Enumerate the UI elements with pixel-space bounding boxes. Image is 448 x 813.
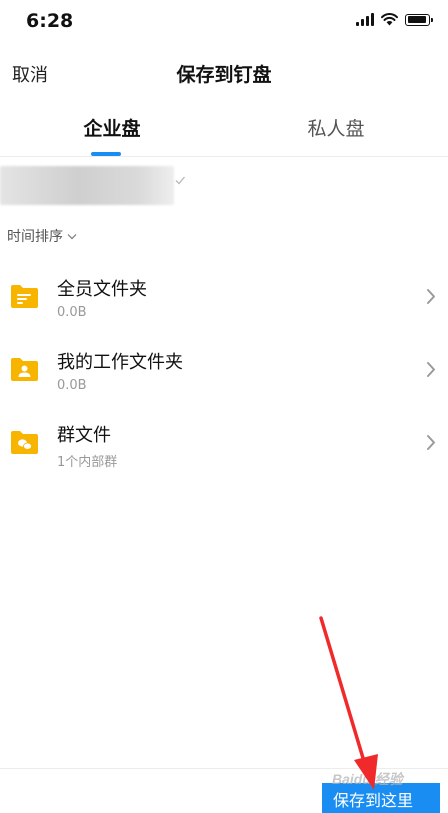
tab-private-drive[interactable]: 私人盘 — [224, 114, 448, 141]
signal-icon — [356, 13, 374, 26]
tab-enterprise-drive[interactable]: 企业盘 — [0, 114, 224, 141]
folder-user-icon — [11, 358, 38, 381]
blurred-org-name — [0, 166, 174, 205]
folder-list: 全员文件夹 0.0B 我的工作文件夹 0.0B 群文件 1个内部群 — [0, 262, 448, 481]
baidu-watermark: Baidu 经验 — [332, 771, 403, 787]
active-tab-indicator — [91, 152, 121, 156]
folder-item-my-work[interactable]: 我的工作文件夹 0.0B — [0, 335, 448, 408]
status-bar: 6:28 — [0, 0, 448, 44]
chevron-right-icon — [427, 435, 435, 450]
folder-group-count: 1个内部群 — [57, 455, 118, 470]
wifi-icon — [381, 13, 398, 26]
chevron-right-icon — [427, 362, 435, 377]
page-title: 保存到钉盘 — [176, 64, 272, 86]
battery-icon — [405, 13, 433, 26]
sort-dropdown[interactable]: 时间排序 — [7, 226, 77, 246]
chevron-down-icon — [67, 233, 77, 239]
drive-tabs: 企业盘 私人盘 — [0, 100, 448, 157]
folder-size: 0.0B — [57, 305, 87, 320]
folder-size: 0.0B — [57, 378, 87, 393]
status-icons — [356, 13, 433, 26]
status-time: 6:28 — [26, 10, 74, 32]
folder-chat-icon — [11, 431, 38, 454]
folder-item-group-files[interactable]: 群文件 1个内部群 — [0, 408, 448, 481]
battery-level — [407, 16, 426, 23]
breadcrumb[interactable] — [0, 166, 448, 206]
folder-name: 群文件 — [57, 425, 111, 446]
folder-item-all-staff[interactable]: 全员文件夹 0.0B — [0, 262, 448, 335]
sort-label: 时间排序 — [7, 229, 63, 245]
folder-lines-icon — [11, 285, 38, 308]
folder-name: 全员文件夹 — [57, 279, 147, 300]
bottom-bar: 保存到这里 Baidu 经验 — [0, 768, 448, 813]
folder-name: 我的工作文件夹 — [57, 352, 183, 373]
nav-bar: 取消 保存到钉盘 — [0, 44, 448, 100]
chevron-right-icon — [427, 289, 435, 304]
check-icon — [175, 176, 185, 185]
